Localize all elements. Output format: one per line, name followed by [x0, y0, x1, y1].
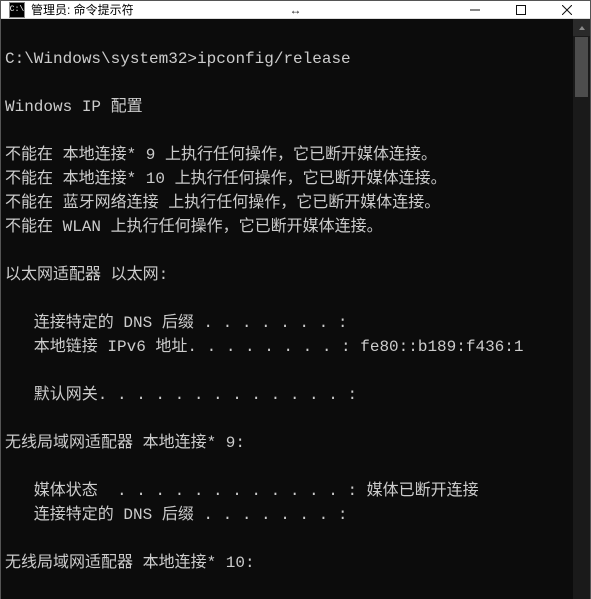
adapter-line: 连接特定的 DNS 后缀 . . . . . . . : [5, 503, 573, 527]
error-line: 不能在 本地连接* 9 上执行任何操作，它已断开媒体连接。 [5, 143, 573, 167]
window-controls [452, 1, 590, 18]
blank-line [5, 23, 573, 47]
prompt-line: C:\Windows\system32>ipconfig/release [5, 47, 573, 71]
adapter-line: 默认网关. . . . . . . . . . . . . : [5, 383, 573, 407]
cmd-app-icon: C:\ [9, 2, 25, 18]
adapter-line: 本地链接 IPv6 地址. . . . . . . . : fe80::b189… [5, 335, 573, 359]
scrollbar-thumb[interactable] [575, 37, 588, 97]
window-title: 管理员: 命令提示符 [31, 1, 134, 18]
blank-line [5, 455, 573, 479]
minimize-button[interactable] [452, 1, 498, 18]
blank-line [5, 407, 573, 431]
adapter-title: 无线局域网适配器 本地连接* 9: [5, 431, 573, 455]
blank-line [5, 119, 573, 143]
scroll-up-button[interactable] [573, 19, 590, 36]
ipconfig-header: Windows IP 配置 [5, 95, 573, 119]
blank-line [5, 239, 573, 263]
error-line: 不能在 蓝牙网络连接 上执行任何操作，它已断开媒体连接。 [5, 191, 573, 215]
cmd-app-icon-label: C:\ [10, 6, 24, 14]
cmd-window: C:\ 管理员: 命令提示符 ↔ C:\Windows\system32>ipc… [0, 0, 591, 599]
blank-line [5, 527, 573, 551]
console-area: C:\Windows\system32>ipconfig/release Wind… [1, 19, 590, 599]
adapter-line: 媒体状态 . . . . . . . . . . . . : 媒体已断开连接 [5, 479, 573, 503]
console-output[interactable]: C:\Windows\system32>ipconfig/release Wind… [1, 19, 573, 599]
adapter-title: 以太网适配器 以太网: [5, 263, 573, 287]
close-button[interactable] [544, 1, 590, 18]
maximize-button[interactable] [498, 1, 544, 18]
titlebar[interactable]: C:\ 管理员: 命令提示符 ↔ [1, 1, 590, 19]
blank-line [5, 359, 573, 383]
vertical-scrollbar[interactable] [573, 19, 590, 599]
blank-line [5, 287, 573, 311]
error-line: 不能在 WLAN 上执行任何操作，它已断开媒体连接。 [5, 215, 573, 239]
adapter-title: 无线局域网适配器 本地连接* 10: [5, 551, 573, 575]
adapter-line: 连接特定的 DNS 后缀 . . . . . . . : [5, 311, 573, 335]
blank-line [5, 575, 573, 599]
error-line: 不能在 本地连接* 10 上执行任何操作，它已断开媒体连接。 [5, 167, 573, 191]
blank-line [5, 71, 573, 95]
resize-handle-icon[interactable]: ↔ [284, 3, 308, 17]
